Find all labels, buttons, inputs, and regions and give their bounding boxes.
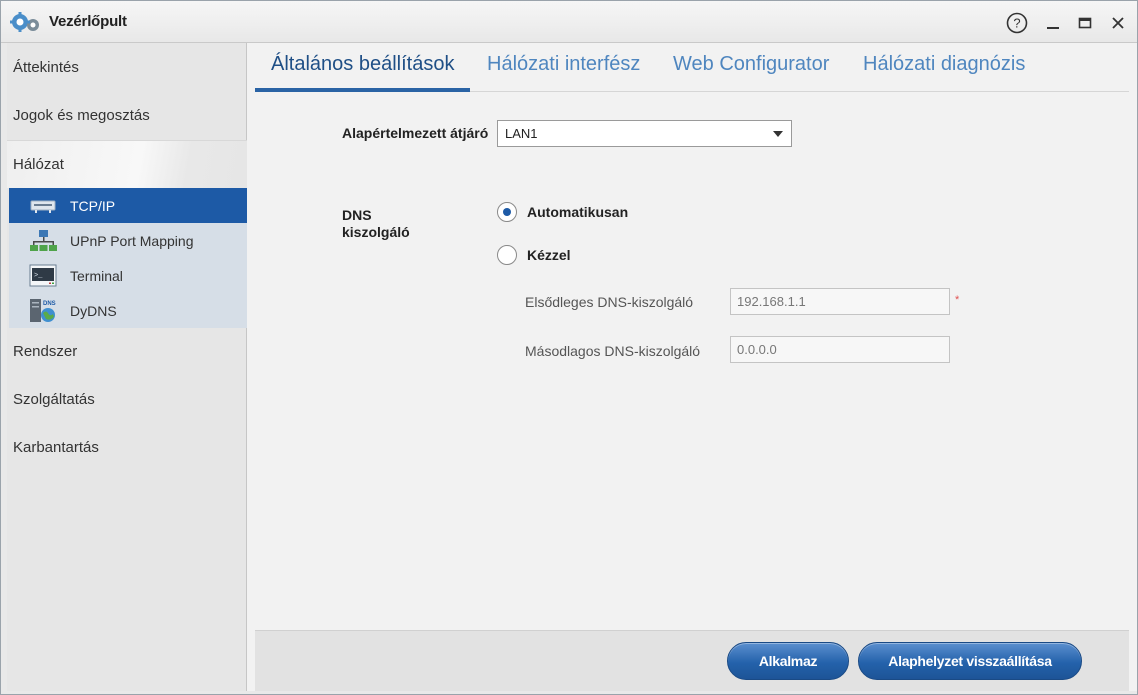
help-icon[interactable]: ? — [1005, 11, 1029, 35]
close-icon[interactable] — [1106, 11, 1130, 35]
sidebar-item-system[interactable]: Rendszer — [7, 328, 247, 376]
sidebar-subitem-tcpip[interactable]: TCP/IP — [9, 188, 247, 223]
tab-web-configurator[interactable]: Web Configurator — [673, 53, 829, 76]
sidebar-subitem-label: Terminal — [70, 268, 123, 284]
tab-general-settings[interactable]: Általános beállítások — [271, 53, 454, 76]
gears-icon — [10, 12, 39, 32]
reset-button[interactable]: Alaphelyzet visszaállítása — [858, 642, 1082, 680]
primary-dns-input[interactable] — [730, 288, 950, 315]
default-gateway-value: LAN1 — [505, 126, 538, 141]
required-marker: * — [955, 294, 960, 306]
default-gateway-select[interactable]: LAN1 — [497, 120, 792, 147]
sidebar-item-privileges[interactable]: Jogok és megosztás — [7, 92, 247, 140]
control-panel-window: Vezérlőpult ? Áttekintés Jogok és megosz… — [0, 0, 1138, 695]
sidebar: Áttekintés Jogok és megosztás Hálózat TC… — [7, 43, 247, 691]
apply-button[interactable]: Alkalmaz — [727, 642, 849, 680]
tab-bar: Általános beállítások Hálózati interfész… — [255, 43, 1129, 92]
sidebar-item-services[interactable]: Szolgáltatás — [7, 376, 247, 424]
sidebar-subitem-label: DyDNS — [70, 303, 117, 319]
sidebar-subitem-label: TCP/IP — [70, 198, 116, 214]
sidebar-subitem-terminal[interactable]: >_ Terminal — [9, 258, 247, 293]
dns-server-label-line2: kiszolgáló — [342, 224, 410, 240]
dns-auto-label: Automatikusan — [527, 204, 629, 220]
svg-text:DNS: DNS — [43, 301, 56, 307]
secondary-dns-label: Másodlagos DNS-kiszolgáló — [525, 343, 701, 359]
active-tab-indicator — [255, 88, 470, 92]
svg-text:?: ? — [1013, 16, 1020, 31]
network-subnav: TCP/IP UPnP Port Mapping >_ Terminal DNS… — [9, 188, 247, 328]
svg-text:>_: >_ — [34, 272, 43, 280]
footer-bar: Alkalmaz Alaphelyzet visszaállítása — [255, 630, 1129, 691]
dns-manual-radio[interactable] — [497, 245, 517, 265]
sidebar-item-network[interactable]: Hálózat — [7, 140, 247, 188]
title-bar: Vezérlőpult ? — [1, 1, 1137, 43]
upnp-network-icon — [30, 230, 57, 251]
dns-globe-icon: DNS — [30, 299, 56, 322]
minimize-icon[interactable] — [1041, 11, 1065, 35]
tab-network-diagnostics[interactable]: Hálózati diagnózis — [863, 53, 1025, 76]
radio-selected-dot — [503, 208, 511, 216]
sidebar-subitem-label: UPnP Port Mapping — [70, 233, 194, 249]
dns-manual-label: Kézzel — [527, 247, 571, 263]
dns-auto-radio[interactable] — [497, 202, 517, 222]
main-panel: Általános beállítások Hálózati interfész… — [247, 43, 1137, 691]
terminal-icon: >_ — [29, 264, 57, 287]
sidebar-item-maintenance[interactable]: Karbantartás — [7, 424, 247, 472]
network-adapter-icon — [30, 200, 56, 213]
tab-network-interface[interactable]: Hálózati interfész — [487, 53, 640, 76]
sidebar-item-overview[interactable]: Áttekintés — [7, 44, 247, 92]
window-title: Vezérlőpult — [49, 13, 127, 30]
sidebar-subitem-dydns[interactable]: DNS DyDNS — [9, 293, 247, 328]
sidebar-subitem-upnp[interactable]: UPnP Port Mapping — [9, 223, 247, 258]
primary-dns-label: Elsődleges DNS-kiszolgáló — [525, 294, 694, 310]
default-gateway-label: Alapértelmezett átjáró — [342, 125, 489, 141]
secondary-dns-input[interactable] — [730, 336, 950, 363]
chevron-down-icon — [773, 131, 783, 137]
dns-server-label-line1: DNS — [342, 207, 372, 223]
maximize-icon[interactable] — [1073, 11, 1097, 35]
